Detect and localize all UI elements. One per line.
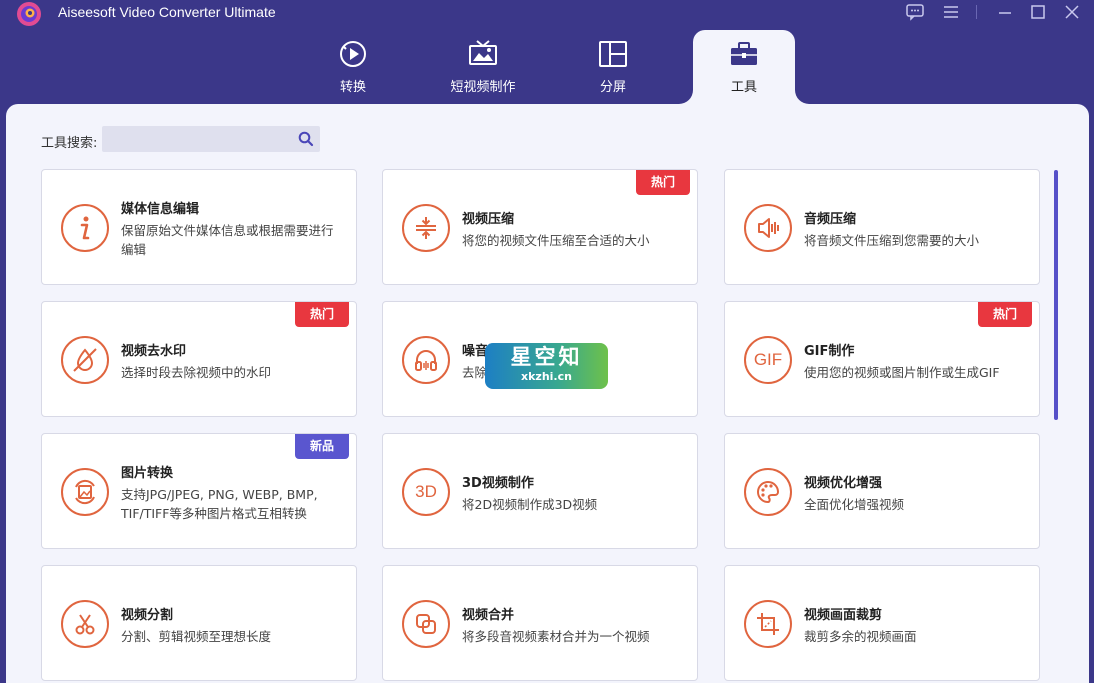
tab-collage[interactable]: 分屏 [563,30,663,104]
tool-title: GIF制作 [804,340,854,359]
tab-convert[interactable]: 转换 [303,30,403,104]
info-icon [61,204,109,252]
menu-icon[interactable] [939,2,963,22]
toolbox-icon [728,38,760,70]
tool-description: 选择时段去除视频中的水印 [121,363,342,382]
search-label: 工具搜索: [41,132,97,151]
tool-title: 视频去水印 [121,340,186,359]
tool-title: 视频画面裁剪 [804,604,882,623]
tool-title: 视频压缩 [462,208,514,227]
app-title: Aiseesoft Video Converter Ultimate [58,4,276,20]
tool-description: 全面优化增强视频 [804,495,1025,514]
tool-description: 将多段音视频素材合并为一个视频 [462,627,683,646]
watermark-remove-icon [61,336,109,384]
title-bar-divider [976,5,977,19]
tool-title: 音频压缩 [804,208,856,227]
3d-icon: 3D [402,468,450,516]
search-input[interactable] [102,126,292,152]
watermark-url: xkzhi.cn [485,370,608,384]
title-bar: Aiseesoft Video Converter Ultimate [0,0,1094,28]
search-box [102,126,320,152]
tools-panel: 工具搜索: 媒体信息编辑 保留原始文件媒体信息或根据需要进行编辑 热门 视频压缩… [6,104,1089,683]
audio-compress-icon [744,204,792,252]
tool-title: 媒体信息编辑 [121,198,199,217]
watermark-logo: 星空知 xkzhi.cn [485,343,608,389]
tool-card-gif-maker[interactable]: 热门 GIF GIF制作 使用您的视频或图片制作或生成GIF [724,301,1040,417]
tool-card-3d-maker[interactable]: 3D 3D视频制作 将2D视频制作成3D视频 [382,433,698,549]
tab-toolbox[interactable]: 工具 [693,30,795,104]
tab-label: 工具 [693,76,795,95]
tool-card-video-cropper[interactable]: 视频画面裁剪 裁剪多余的视频画面 [724,565,1040,681]
watermark-text: 星空知 [485,343,608,370]
tool-description: 分割、剪辑视频至理想长度 [121,627,342,646]
tool-description: 使用您的视频或图片制作或生成GIF [804,363,1025,382]
image-convert-icon [61,468,109,516]
headphones-icon [402,336,450,384]
gif-icon: GIF [744,336,792,384]
tool-card-watermark-remover[interactable]: 热门 视频去水印 选择时段去除视频中的水印 [41,301,357,417]
tool-card-media-info[interactable]: 媒体信息编辑 保留原始文件媒体信息或根据需要进行编辑 [41,169,357,285]
new-badge: 新品 [295,434,349,459]
hot-badge: 热门 [636,170,690,195]
tool-card-video-splitter[interactable]: 视频分割 分割、剪辑视频至理想长度 [41,565,357,681]
tool-title: 图片转换 [121,462,173,481]
tool-title: 视频优化增强 [804,472,882,491]
scissors-icon [61,600,109,648]
merge-icon [402,600,450,648]
hot-badge: 热门 [295,302,349,327]
tab-corner [795,90,809,104]
hot-badge: 热门 [978,302,1032,327]
tool-description: 将2D视频制作成3D视频 [462,495,683,514]
tool-title: 视频分割 [121,604,173,623]
tab-label: 短视频制作 [433,76,533,95]
collage-icon [597,38,629,70]
tool-description: 将音频文件压缩到您需要的大小 [804,231,1025,250]
convert-icon [337,38,369,70]
tool-card-video-compressor[interactable]: 热门 视频压缩 将您的视频文件压缩至合适的大小 [382,169,698,285]
tab-short-video[interactable]: 短视频制作 [433,30,533,104]
scrollbar[interactable] [1054,170,1058,420]
tool-title: 3D视频制作 [462,472,534,491]
maximize-icon[interactable] [1026,2,1050,22]
search-icon[interactable] [298,131,314,147]
tool-card-video-enhancer[interactable]: 视频优化增强 全面优化增强视频 [724,433,1040,549]
minimize-icon[interactable] [993,2,1017,22]
tab-corner [679,90,693,104]
tool-card-video-merger[interactable]: 视频合并 将多段音视频素材合并为一个视频 [382,565,698,681]
tab-label: 转换 [303,76,403,95]
mv-icon [467,38,499,70]
tool-description: 保留原始文件媒体信息或根据需要进行编辑 [121,221,342,259]
app-logo-icon [14,0,44,28]
tool-card-image-converter[interactable]: 新品 图片转换 支持JPG/JPEG, PNG, WEBP, BMP, TIF/… [41,433,357,549]
tool-description: 支持JPG/JPEG, PNG, WEBP, BMP, TIF/TIFF等多种图… [121,485,342,523]
palette-icon [744,468,792,516]
tab-label: 分屏 [563,76,663,95]
feedback-icon[interactable] [903,2,927,22]
tool-card-audio-compressor[interactable]: 音频压缩 将音频文件压缩到您需要的大小 [724,169,1040,285]
tool-title: 视频合并 [462,604,514,623]
crop-icon [744,600,792,648]
close-icon[interactable] [1060,2,1084,22]
compress-icon [402,204,450,252]
tool-description: 将您的视频文件压缩至合适的大小 [462,231,683,250]
tool-description: 裁剪多余的视频画面 [804,627,1025,646]
